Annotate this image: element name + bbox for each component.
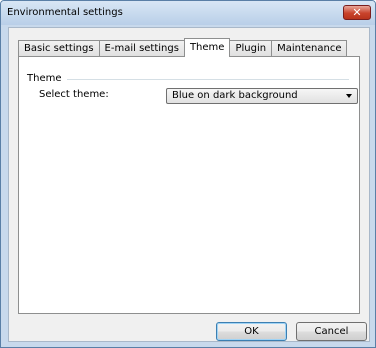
settings-window: Environmental settings ✕ Basic settings … [0,0,376,348]
theme-select-value: Blue on dark background [172,90,298,101]
close-icon: ✕ [352,6,362,19]
tab-maintenance[interactable]: Maintenance [271,40,348,56]
tab-plugin[interactable]: Plugin [229,40,273,56]
close-button[interactable]: ✕ [343,5,371,20]
cancel-button[interactable]: Cancel [296,322,367,341]
theme-tab-panel: Theme Select theme: Blue on dark backgro… [18,56,360,314]
tab-theme[interactable]: Theme [183,38,231,57]
select-theme-label: Select theme: [39,89,109,100]
title-bar[interactable]: Environmental settings ✕ [1,1,375,25]
tab-basic-settings[interactable]: Basic settings [18,40,100,56]
ok-button[interactable]: OK [216,322,287,341]
tab-email-settings[interactable]: E-mail settings [98,40,185,56]
dialog-client-area: Basic settings E-mail settings Theme Plu… [8,27,370,342]
theme-select[interactable]: Blue on dark background [166,88,358,104]
theme-group-title: Theme [27,73,62,84]
chevron-down-icon [346,94,352,98]
window-title: Environmental settings [7,7,123,18]
group-divider [67,79,349,80]
tab-strip: Basic settings E-mail settings Theme Plu… [18,38,348,57]
